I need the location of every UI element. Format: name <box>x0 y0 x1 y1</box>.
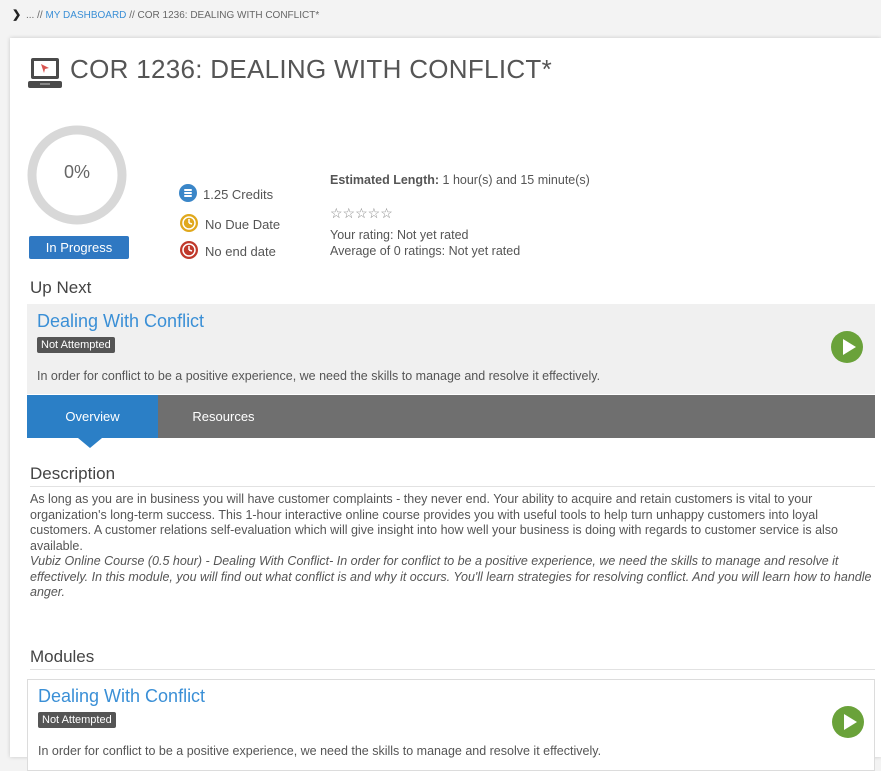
due-date-label: No Due Date <box>205 217 281 232</box>
end-date-row: No end date <box>179 240 276 263</box>
active-tab-pointer <box>78 438 102 448</box>
modules-divider <box>30 669 875 670</box>
up-next-description: In order for conflict to be a positive e… <box>37 369 601 383</box>
credits-row: 1.25 Credits <box>179 184 273 205</box>
end-clock-icon <box>179 240 199 263</box>
module-title-link[interactable]: Dealing With Conflict <box>38 686 205 707</box>
your-rating: Your rating: Not yet rated <box>330 228 469 242</box>
star-rating[interactable]: ☆☆☆☆☆ <box>330 205 393 222</box>
module-card: Dealing With Conflict Not Attempted In o… <box>27 679 875 771</box>
tab-bar: Overview Resources <box>27 395 875 438</box>
status-tag: Not Attempted <box>37 337 115 353</box>
play-icon[interactable] <box>830 330 864 369</box>
end-date-label: No end date <box>205 244 276 259</box>
description-body: As long as you are in business you will … <box>30 492 880 601</box>
course-panel: COR 1236: DEALING WITH CONFLICT* 0% In P… <box>10 38 881 771</box>
credits-icon <box>179 184 197 205</box>
chevron-right-icon: ❯ <box>12 9 22 21</box>
module-description: In order for conflict to be a positive e… <box>38 744 602 758</box>
up-next-card: Dealing With Conflict Not Attempted In o… <box>27 304 875 394</box>
estimated-length-value: 1 hour(s) and 15 minute(s) <box>442 173 590 187</box>
up-next-heading: Up Next <box>30 278 92 297</box>
status-badge: In Progress <box>29 236 129 259</box>
breadcrumb-separator: // <box>129 10 135 21</box>
description-paragraph: As long as you are in business you will … <box>30 492 838 553</box>
modules-heading: Modules <box>30 647 95 666</box>
breadcrumb-dashboard-link[interactable]: MY DASHBOARD <box>45 10 126 21</box>
description-divider <box>30 486 875 487</box>
due-date-row: No Due Date <box>179 213 280 236</box>
breadcrumb: ❯ ... // MY DASHBOARD // COR 1236: DEALI… <box>12 8 319 21</box>
module-status-tag: Not Attempted <box>38 712 116 728</box>
tab-resources[interactable]: Resources <box>158 395 289 438</box>
credits-label: 1.25 Credits <box>203 187 274 202</box>
breadcrumb-prefix: ... // <box>26 10 43 21</box>
tab-overview[interactable]: Overview <box>27 395 158 438</box>
laptop-icon <box>27 55 63 96</box>
description-heading: Description <box>30 464 116 483</box>
progress-percent: 0% <box>63 162 90 182</box>
description-course-summary: Vubiz Online Course (0.5 hour) - Dealing… <box>30 554 872 599</box>
module-play-icon[interactable] <box>831 705 865 744</box>
clock-icon <box>179 213 199 236</box>
average-rating: Average of 0 ratings: Not yet rated <box>330 244 521 258</box>
estimated-length-label: Estimated Length: <box>330 173 440 187</box>
up-next-title-link[interactable]: Dealing With Conflict <box>37 311 204 332</box>
estimated-length: Estimated Length: 1 hour(s) and 15 minut… <box>330 173 590 187</box>
page-title: COR 1236: DEALING WITH CONFLICT* <box>70 54 553 84</box>
breadcrumb-current: COR 1236: DEALING WITH CONFLICT* <box>137 10 320 21</box>
